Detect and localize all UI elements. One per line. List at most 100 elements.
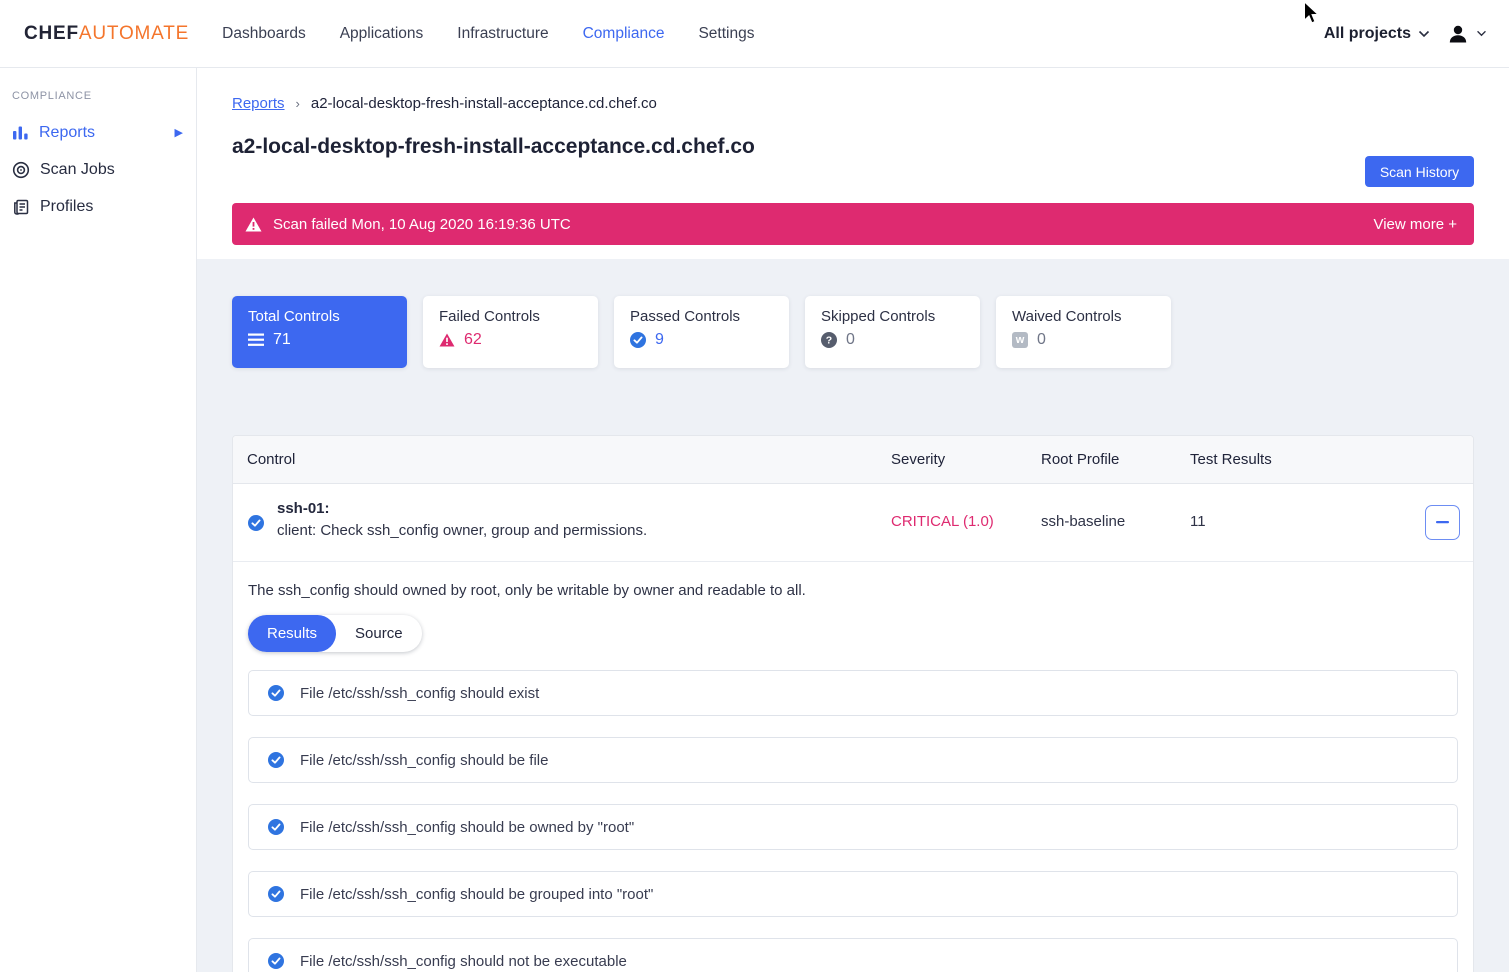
chevron-down-icon bbox=[1476, 30, 1487, 37]
failed-controls-card[interactable]: Failed Controls 62 bbox=[423, 296, 598, 368]
projects-filter-label: All projects bbox=[1324, 25, 1411, 43]
nav-settings[interactable]: Settings bbox=[681, 0, 771, 68]
projects-filter-button[interactable]: All projects bbox=[1324, 25, 1430, 43]
sidebar-item-reports[interactable]: Reports ▶ bbox=[0, 114, 196, 151]
severity-value: CRITICAL (1.0) bbox=[891, 513, 994, 530]
tab-results[interactable]: Results bbox=[248, 615, 336, 652]
scan-failed-banner: Scan failed Mon, 10 Aug 2020 16:19:36 UT… bbox=[232, 203, 1474, 245]
header-right: All projects bbox=[1324, 22, 1509, 46]
passed-controls-card[interactable]: Passed Controls 9 bbox=[614, 296, 789, 368]
result-row: File /etc/ssh/ssh_config should not be e… bbox=[248, 938, 1458, 972]
column-header-root-profile: Root Profile bbox=[1041, 451, 1119, 468]
result-text: File /etc/ssh/ssh_config should be file bbox=[300, 752, 548, 769]
question-circle-icon: ? bbox=[821, 332, 837, 348]
detail-tabs: Results Source bbox=[248, 615, 422, 652]
skipped-controls-card[interactable]: Skipped Controls ? 0 bbox=[805, 296, 980, 368]
nav-infrastructure[interactable]: Infrastructure bbox=[440, 0, 565, 68]
chevron-down-icon bbox=[1418, 30, 1430, 38]
sidebar-item-scan-jobs[interactable]: Scan Jobs bbox=[0, 151, 196, 188]
check-circle-icon bbox=[268, 886, 284, 902]
nav-applications[interactable]: Applications bbox=[323, 0, 441, 68]
svg-text:?: ? bbox=[826, 335, 832, 347]
minus-icon bbox=[1436, 521, 1449, 524]
sidebar-item-profiles[interactable]: Profiles bbox=[0, 188, 196, 225]
warning-triangle-icon bbox=[245, 217, 262, 232]
control-summary: The ssh_config should owned by root, onl… bbox=[248, 582, 1458, 599]
breadcrumb: Reports › a2-local-desktop-fresh-install… bbox=[232, 95, 657, 112]
card-value: 71 bbox=[273, 331, 291, 349]
nav-compliance[interactable]: Compliance bbox=[566, 0, 682, 68]
scan-history-button[interactable]: Scan History bbox=[1365, 156, 1474, 187]
sidebar-item-label: Reports bbox=[39, 124, 95, 142]
root-profile-value: ssh-baseline bbox=[1041, 513, 1125, 530]
card-label: Skipped Controls bbox=[821, 308, 980, 325]
controls-table-header: Control Severity Root Profile Test Resul… bbox=[233, 436, 1473, 484]
result-row: File /etc/ssh/ssh_config should exist bbox=[248, 670, 1458, 716]
result-row: File /etc/ssh/ssh_config should be file bbox=[248, 737, 1458, 783]
result-text: File /etc/ssh/ssh_config should exist bbox=[300, 685, 539, 702]
check-circle-icon bbox=[268, 953, 284, 969]
main-nav: Dashboards Applications Infrastructure C… bbox=[205, 0, 771, 68]
sidebar-section-label: COMPLIANCE bbox=[12, 90, 196, 102]
logo-chef-text: CHEF bbox=[24, 23, 79, 44]
card-value: 62 bbox=[464, 331, 482, 349]
card-label: Passed Controls bbox=[630, 308, 789, 325]
scan-failed-message: Scan failed Mon, 10 Aug 2020 16:19:36 UT… bbox=[273, 216, 571, 233]
logo-automate-text: AUTOMATE bbox=[79, 23, 189, 44]
check-circle-icon bbox=[268, 819, 284, 835]
sidebar-item-label: Scan Jobs bbox=[40, 161, 115, 179]
card-label: Waived Controls bbox=[1012, 308, 1171, 325]
control-text: ssh-01: client: Check ssh_config owner, … bbox=[277, 500, 647, 539]
control-id: ssh-01: bbox=[277, 500, 647, 517]
scan-jobs-icon bbox=[12, 161, 30, 179]
sidebar-item-label: Profiles bbox=[40, 198, 93, 216]
column-header-test-results: Test Results bbox=[1190, 451, 1272, 468]
tab-source[interactable]: Source bbox=[336, 615, 422, 652]
check-circle-icon bbox=[268, 752, 284, 768]
check-circle-icon bbox=[268, 685, 284, 701]
nav-dashboards[interactable]: Dashboards bbox=[205, 0, 323, 68]
result-text: File /etc/ssh/ssh_config should be owned… bbox=[300, 819, 634, 836]
result-row: File /etc/ssh/ssh_config should be group… bbox=[248, 871, 1458, 917]
controls-table: Control Severity Root Profile Test Resul… bbox=[232, 435, 1474, 972]
chef-automate-logo[interactable]: CHEFAUTOMATE bbox=[24, 23, 189, 45]
control-detail-panel: The ssh_config should owned by root, onl… bbox=[233, 562, 1473, 972]
collapse-row-button[interactable] bbox=[1425, 505, 1460, 540]
result-text: File /etc/ssh/ssh_config should not be e… bbox=[300, 953, 627, 970]
card-label: Failed Controls bbox=[439, 308, 598, 325]
summary-cards: Total Controls 71 Failed Controls 62 Pas… bbox=[232, 296, 1171, 368]
user-menu-button[interactable] bbox=[1446, 22, 1487, 46]
card-value: 0 bbox=[846, 331, 855, 349]
main-content: Reports › a2-local-desktop-fresh-install… bbox=[197, 68, 1509, 972]
breadcrumb-separator: › bbox=[296, 96, 300, 111]
control-description: client: Check ssh_config owner, group an… bbox=[277, 522, 647, 539]
content-panel: Total Controls 71 Failed Controls 62 Pas… bbox=[197, 259, 1509, 972]
bar-chart-icon bbox=[12, 124, 29, 141]
view-more-link[interactable]: View more + bbox=[1373, 216, 1457, 233]
breadcrumb-current: a2-local-desktop-fresh-install-acceptanc… bbox=[311, 95, 657, 112]
results-list: File /etc/ssh/ssh_config should exist Fi… bbox=[248, 670, 1458, 972]
compliance-sidebar: COMPLIANCE Reports ▶ Scan Jobs Profiles bbox=[0, 68, 197, 972]
user-icon bbox=[1446, 22, 1470, 46]
check-circle-icon bbox=[248, 515, 264, 531]
waived-badge-icon: w bbox=[1012, 332, 1028, 348]
top-nav-bar: CHEFAUTOMATE Dashboards Applications Inf… bbox=[0, 0, 1509, 68]
profiles-icon bbox=[12, 198, 30, 216]
check-circle-icon bbox=[630, 332, 646, 348]
column-header-control: Control bbox=[247, 451, 295, 468]
column-header-severity: Severity bbox=[891, 451, 945, 468]
card-value: 9 bbox=[655, 331, 664, 349]
test-results-value: 11 bbox=[1190, 513, 1206, 530]
breadcrumb-reports-link[interactable]: Reports bbox=[232, 95, 285, 112]
list-icon bbox=[248, 333, 264, 347]
card-label: Total Controls bbox=[248, 308, 407, 325]
control-row-ssh-01[interactable]: ssh-01: client: Check ssh_config owner, … bbox=[233, 484, 1473, 562]
warning-triangle-icon bbox=[439, 333, 455, 347]
page-title: a2-local-desktop-fresh-install-acceptanc… bbox=[232, 135, 755, 159]
result-row: File /etc/ssh/ssh_config should be owned… bbox=[248, 804, 1458, 850]
result-text: File /etc/ssh/ssh_config should be group… bbox=[300, 886, 653, 903]
expand-arrow-icon[interactable]: ▶ bbox=[175, 126, 183, 139]
waived-controls-card[interactable]: Waived Controls w 0 bbox=[996, 296, 1171, 368]
card-value: 0 bbox=[1037, 331, 1046, 349]
total-controls-card[interactable]: Total Controls 71 bbox=[232, 296, 407, 368]
